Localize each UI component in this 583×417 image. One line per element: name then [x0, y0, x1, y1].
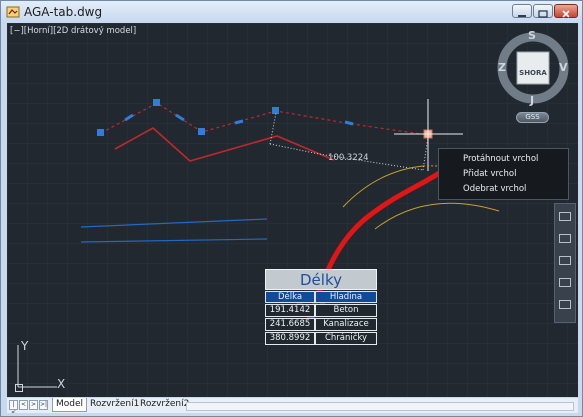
- table-header: Hladina: [315, 291, 377, 303]
- table-cell: Kanalizace: [315, 318, 377, 331]
- prev-tab-button[interactable]: <: [19, 400, 28, 410]
- pan-icon[interactable]: [559, 234, 571, 243]
- application-window: AGA-tab.dwg [−][Horní][2D drátový model]…: [0, 0, 583, 417]
- menu-item-stretch-vertex[interactable]: Protáhnout vrchol: [463, 154, 538, 165]
- close-button[interactable]: [554, 4, 578, 18]
- table-cell: 241.6685: [265, 318, 315, 331]
- grip-context-menu: Protáhnout vrchol Přidat vrchol Odebrat …: [438, 148, 569, 200]
- minimize-button[interactable]: [512, 4, 532, 18]
- table-cell: 380.8992: [265, 332, 315, 345]
- dynamic-dimension-value[interactable]: 100.3224: [328, 153, 369, 163]
- ucs-x-label: X: [57, 377, 66, 391]
- last-tab-button[interactable]: >|: [39, 400, 48, 410]
- navigation-bar: [554, 203, 576, 323]
- orbit-icon[interactable]: [559, 278, 571, 287]
- wcs-menu-button[interactable]: GSS: [516, 112, 549, 123]
- close-icon: [562, 10, 570, 18]
- next-tab-button[interactable]: >: [29, 400, 38, 410]
- table-cell: Beton: [315, 304, 377, 317]
- compass-east[interactable]: V: [559, 61, 568, 74]
- zoom-icon[interactable]: [559, 256, 571, 265]
- title-bar[interactable]: AGA-tab.dwg: [1, 1, 582, 23]
- first-tab-button[interactable]: |<: [9, 400, 18, 416]
- compass-north[interactable]: S: [528, 29, 536, 42]
- viewport-controls-label[interactable]: [−][Horní][2D drátový model]: [10, 26, 136, 36]
- drawing-viewport[interactable]: [−][Horní][2D drátový model] S J V Z SHO…: [7, 23, 578, 397]
- table-cell: Chráničky: [315, 332, 377, 345]
- app-icon: [6, 6, 20, 18]
- viewcube-face[interactable]: [516, 51, 550, 85]
- ucs-origin-marker: [15, 384, 23, 392]
- menu-item-remove-vertex[interactable]: Odebrat vrchol: [463, 184, 526, 195]
- table-cell: 191.4142: [265, 304, 315, 317]
- viewcube-face-label[interactable]: SHORA: [519, 69, 547, 77]
- tab-layout1[interactable]: Rozvržení1: [87, 398, 142, 411]
- midpoint-grip[interactable]: [234, 119, 244, 125]
- ucs-y-label: Y: [21, 339, 29, 353]
- table-header: Délka: [265, 291, 315, 303]
- tab-layout2[interactable]: Rozvržení2: [137, 398, 192, 411]
- maximize-button[interactable]: [533, 4, 553, 18]
- compass-south[interactable]: J: [530, 94, 534, 107]
- vertex-grip[interactable]: [272, 107, 279, 114]
- window-title: AGA-tab.dwg: [24, 5, 103, 19]
- minimize-icon: [518, 15, 526, 17]
- table-title: Délky: [265, 269, 377, 290]
- showmotion-icon[interactable]: [559, 300, 571, 309]
- tab-model[interactable]: Model: [52, 398, 88, 412]
- menu-item-add-vertex[interactable]: Přidat vrchol: [463, 169, 516, 180]
- wheel-icon[interactable]: [559, 212, 571, 221]
- vertex-grip[interactable]: [153, 99, 160, 106]
- window-bottom-border: [1, 413, 582, 416]
- vertex-grip[interactable]: [198, 128, 205, 135]
- vertex-grip[interactable]: [97, 129, 104, 136]
- midpoint-grip[interactable]: [344, 120, 354, 126]
- restore-icon: [538, 10, 548, 18]
- horizontal-scrollbar[interactable]: [186, 402, 574, 411]
- compass-west[interactable]: Z: [498, 61, 506, 74]
